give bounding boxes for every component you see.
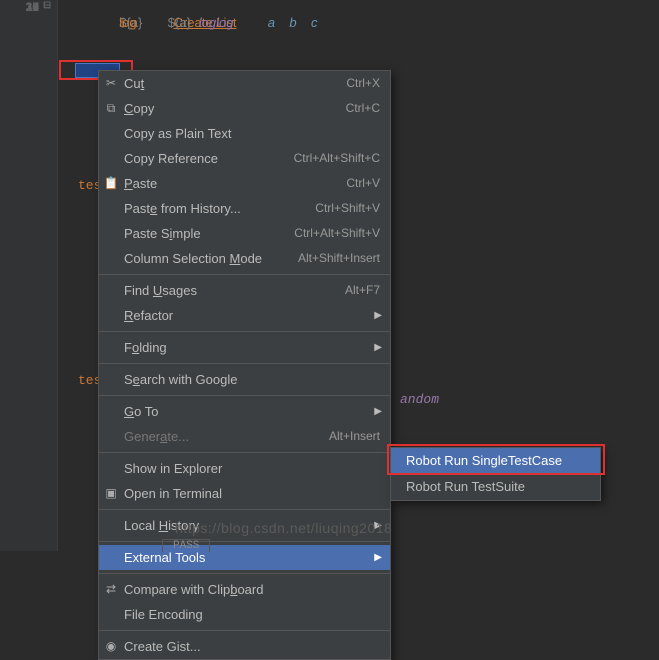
menu-copy[interactable]: ⧉ Copy Ctrl+C (99, 96, 390, 121)
menu-label: efactor (133, 308, 173, 323)
menu-find-usages[interactable]: Find Usages Alt+F7 (99, 278, 390, 303)
fold-icon[interactable]: ⊟ (43, 0, 53, 10)
external-tools-submenu: Robot Run SingleTestCase Robot Run TestS… (390, 447, 601, 501)
menu-label: sages (162, 283, 197, 298)
diff-icon: ⇄ (103, 581, 119, 597)
menu-separator (99, 573, 390, 574)
menu-open-terminal[interactable]: ▣ Open in Terminal (99, 481, 390, 506)
gutter: 10 11 12 13 ⊟ ⊟ 14 15 16 17 18 ⊟ 19 ⊟ 20… (0, 0, 58, 551)
code-line: log ${a} loglog (88, 0, 233, 46)
menu-goto[interactable]: Go To ▶ (99, 399, 390, 424)
shortcut: Ctrl+Alt+Shift+C (294, 146, 380, 171)
menu-refactor[interactable]: Refactor ▶ (99, 303, 390, 328)
menu-generate[interactable]: Generate... Alt+Insert (99, 424, 390, 449)
menu-label: mple (172, 226, 200, 241)
menu-folding[interactable]: Folding ▶ (99, 335, 390, 360)
menu-separator (99, 630, 390, 631)
menu-label: arch with Google (140, 372, 238, 387)
menu-label: o To (134, 404, 158, 419)
shortcut: Alt+F7 (345, 278, 380, 303)
menu-paste-history[interactable]: Paste from History... Ctrl+Shift+V (99, 196, 390, 221)
menu-label: ode (240, 251, 262, 266)
code-fragment: andom (400, 392, 439, 407)
shortcut: Ctrl+V (346, 171, 380, 196)
menu-copy-reference[interactable]: Copy Reference Ctrl+Alt+Shift+C (99, 146, 390, 171)
submenu-robot-single[interactable]: Robot Run SingleTestCase (391, 448, 600, 474)
menu-create-gist[interactable]: ◉ Create Gist... (99, 634, 390, 659)
shortcut: Ctrl+X (346, 71, 380, 96)
menu-external-tools[interactable]: External Tools ▶ (99, 545, 390, 570)
menu-label: Copy Reference (124, 151, 218, 166)
menu-separator (99, 452, 390, 453)
line-number: 32 (15, 0, 39, 14)
menu-label: from History... (157, 201, 241, 216)
menu-show-explorer[interactable]: Show in Explorer (99, 456, 390, 481)
submenu-label: Robot Run TestSuite (406, 479, 525, 494)
menu-label: Create Gist... (124, 639, 201, 654)
menu-label: File Encoding (124, 607, 203, 622)
menu-label: lding (139, 340, 166, 355)
menu-label: aste (133, 176, 158, 191)
shortcut: Ctrl+C (346, 96, 380, 121)
menu-label: Show in Explorer (124, 461, 222, 476)
menu-local-history[interactable]: Local History ▶ (99, 513, 390, 538)
menu-label: istory (168, 518, 199, 533)
menu-paste-simple[interactable]: Paste Simple Ctrl+Alt+Shift+V (99, 221, 390, 246)
menu-compare-clipboard[interactable]: ⇄ Compare with Clipboard (99, 577, 390, 602)
menu-label: Copy as Plain Text (124, 126, 231, 141)
menu-separator (99, 274, 390, 275)
menu-search-google[interactable]: Search with Google (99, 367, 390, 392)
github-icon: ◉ (103, 638, 119, 654)
submenu-robot-suite[interactable]: Robot Run TestSuite (391, 474, 600, 500)
menu-file-encoding[interactable]: File Encoding (99, 602, 390, 627)
shortcut: Alt+Shift+Insert (298, 246, 380, 271)
terminal-icon: ▣ (103, 485, 119, 501)
paste-icon: 📋 (103, 175, 119, 191)
copy-icon: ⧉ (103, 100, 119, 116)
submenu-arrow-icon: ▶ (374, 545, 382, 570)
shortcut: Ctrl+Alt+Shift+V (294, 221, 380, 246)
submenu-arrow-icon: ▶ (374, 513, 382, 538)
menu-separator (99, 363, 390, 364)
menu-separator (99, 395, 390, 396)
menu-cut[interactable]: ✂ Cut Ctrl+X (99, 71, 390, 96)
submenu-arrow-icon: ▶ (374, 335, 382, 360)
menu-label: Open in Terminal (124, 486, 222, 501)
menu-separator (99, 509, 390, 510)
menu-copy-plain[interactable]: Copy as Plain Text (99, 121, 390, 146)
menu-label: te... (167, 429, 189, 444)
shortcut: Ctrl+Shift+V (315, 196, 380, 221)
submenu-label: Robot Run SingleTestCase (406, 453, 562, 468)
menu-label: opy (133, 101, 154, 116)
menu-label: Cu (124, 76, 141, 91)
submenu-arrow-icon: ▶ (374, 399, 382, 424)
menu-label: External Tools (124, 550, 205, 565)
cut-icon: ✂ (103, 75, 119, 91)
menu-separator (99, 541, 390, 542)
pass-tab[interactable]: PASS (162, 539, 210, 552)
menu-label: oard (237, 582, 263, 597)
context-menu: ✂ Cut Ctrl+X ⧉ Copy Ctrl+C Copy as Plain… (98, 70, 391, 660)
menu-column-selection[interactable]: Column Selection Mode Alt+Shift+Insert (99, 246, 390, 271)
menu-paste[interactable]: 📋 Paste Ctrl+V (99, 171, 390, 196)
shortcut: Alt+Insert (329, 424, 380, 449)
submenu-arrow-icon: ▶ (374, 303, 382, 328)
menu-separator (99, 331, 390, 332)
